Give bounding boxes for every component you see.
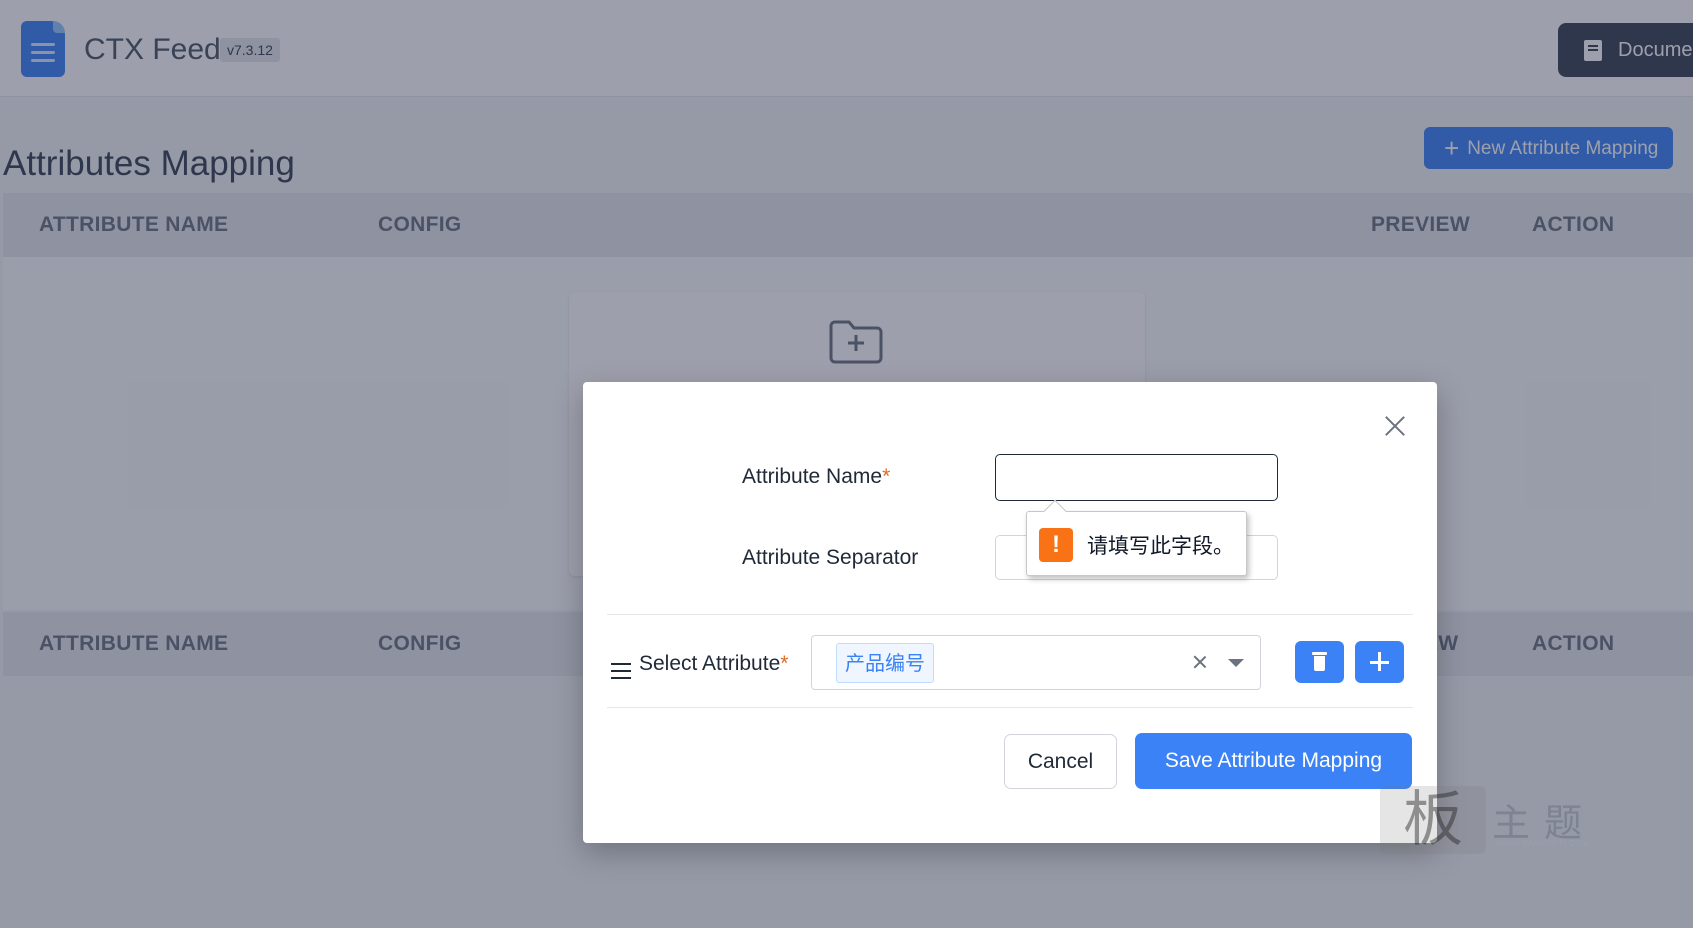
clear-icon[interactable]: [1191, 653, 1209, 671]
watermark-url: WWW.BANZHUTI.COM: [1496, 839, 1590, 848]
select-attribute-dropdown[interactable]: 产品编号: [811, 635, 1261, 690]
attribute-name-input[interactable]: [995, 454, 1278, 501]
drag-handle-icon[interactable]: [611, 663, 631, 679]
watermark-seal: 板: [1380, 786, 1486, 854]
select-attribute-label: Select Attribute*: [639, 652, 789, 675]
validation-message: 请填写此字段。: [1087, 534, 1234, 558]
watermark: 板 主题 WWW.BANZHUTI.COM: [1380, 782, 1610, 854]
trash-icon: [1312, 652, 1327, 671]
add-attribute-button[interactable]: [1355, 641, 1404, 683]
cancel-button[interactable]: Cancel: [1004, 734, 1117, 789]
attribute-separator-label: Attribute Separator: [742, 546, 919, 569]
chevron-down-icon[interactable]: [1228, 659, 1244, 667]
divider: [607, 707, 1413, 708]
attribute-name-label: Attribute Name*: [742, 465, 891, 488]
attribute-mapping-modal: Attribute Name* Attribute Separator ! 请填…: [583, 382, 1437, 843]
warning-icon: !: [1039, 528, 1073, 562]
save-attribute-mapping-button[interactable]: Save Attribute Mapping: [1135, 733, 1412, 789]
delete-attribute-button[interactable]: [1295, 641, 1344, 683]
close-icon[interactable]: [1380, 411, 1410, 441]
selected-attribute-tag[interactable]: 产品编号: [836, 643, 934, 683]
divider: [607, 614, 1413, 615]
validation-tooltip: ! 请填写此字段。: [1026, 499, 1247, 576]
